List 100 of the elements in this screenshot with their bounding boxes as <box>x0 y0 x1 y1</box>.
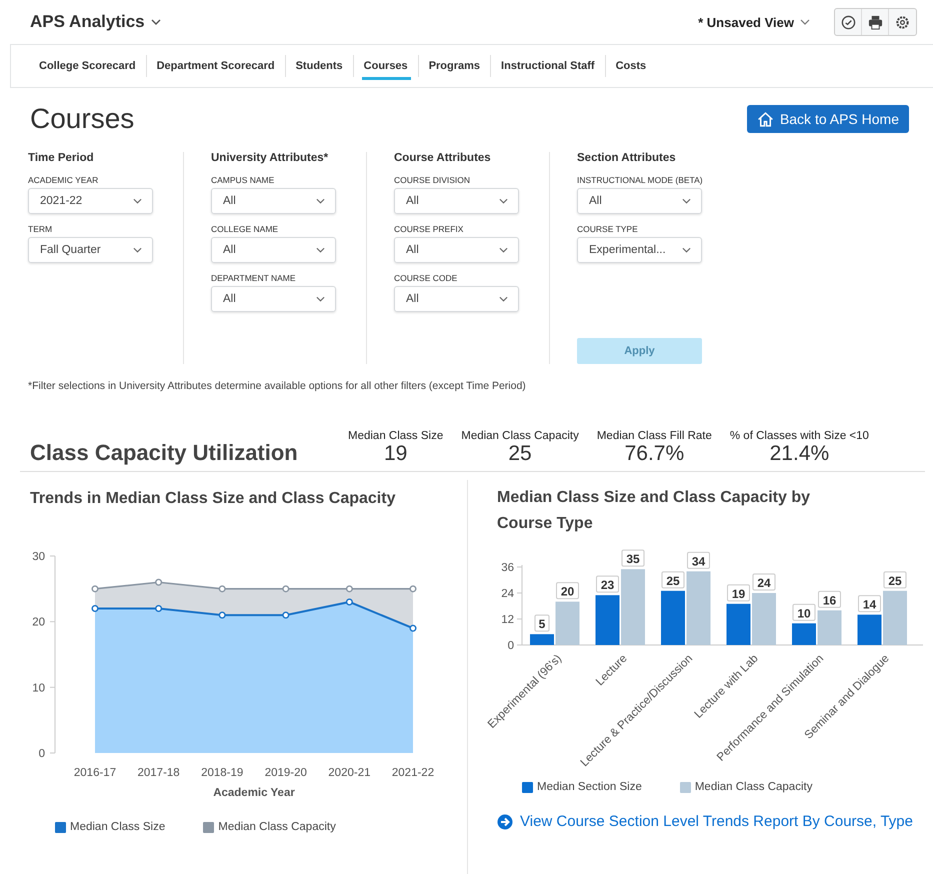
dropdown[interactable]: All <box>577 188 702 214</box>
nav-tab[interactable]: Students <box>286 55 354 77</box>
dropdown[interactable]: All <box>394 188 519 214</box>
axis-label: 2017-18 <box>138 767 180 779</box>
stat-value: 19 <box>384 442 408 466</box>
data-point <box>410 624 416 632</box>
stat-label: % of Classes with Size <10 <box>730 430 869 442</box>
dropdown[interactable]: All <box>211 237 336 263</box>
data-label: 14 <box>858 595 881 612</box>
view-selector[interactable]: * Unsaved View <box>698 14 794 30</box>
dropdown[interactable]: All <box>394 286 519 312</box>
stat-value: 25 <box>508 442 532 466</box>
data-label: 16 <box>818 590 841 608</box>
chevron-icon <box>316 247 325 253</box>
legend-label: Median Class Capacity <box>218 821 336 833</box>
dropdown[interactable]: Fall Quarter <box>28 237 153 263</box>
bar <box>596 595 620 645</box>
nav-tab[interactable]: Instructional Staff <box>491 55 606 77</box>
bar <box>556 602 580 645</box>
axis-label: 2019-20 <box>264 767 307 779</box>
nav-tab[interactable]: Programs <box>418 55 492 77</box>
home-icon <box>756 110 774 128</box>
field-label: COLLEGE NAME <box>211 224 280 234</box>
data-label: 25 <box>666 574 680 588</box>
field-label: DEPARTMENT NAME <box>211 273 297 283</box>
axis-label: 36 <box>501 562 514 574</box>
data-point <box>282 585 290 592</box>
chevron-icon <box>499 296 508 302</box>
data-point <box>218 585 226 592</box>
data-label: 5 <box>538 617 546 632</box>
legend-label: Median Section Size <box>537 781 642 793</box>
bar <box>818 610 842 645</box>
axis-label: 20 <box>32 616 45 629</box>
section-title: Class Capacity Utilization <box>30 440 299 466</box>
data-label: 10 <box>797 606 811 620</box>
legend-swatch <box>55 822 66 832</box>
data-label: 10 <box>792 604 816 621</box>
bar <box>661 590 685 645</box>
data-label: 23 <box>600 578 614 592</box>
back-button[interactable]: Back to APS Home <box>746 105 909 133</box>
data-label: 25 <box>884 571 906 588</box>
dropdown[interactable]: 2021-22 <box>28 188 153 214</box>
dropdown[interactable]: Experimental... <box>577 237 702 263</box>
axis-label: 2018-19 <box>201 767 244 779</box>
chevron-icon <box>133 247 142 253</box>
data-point <box>155 605 162 612</box>
nav-tab[interactable]: Costs <box>606 55 656 77</box>
stat-label: Median Class Fill Rate <box>596 430 712 442</box>
field-label: COURSE PREFIX <box>394 224 464 234</box>
field-label: INSTRUCTIONAL MODE (BETA) <box>577 175 704 185</box>
nav-tab[interactable]: Courses <box>354 55 419 77</box>
field-label: TERM <box>28 224 54 234</box>
bar <box>883 590 907 645</box>
nav-tab[interactable]: College Scorecard <box>29 55 147 77</box>
chevron-icon <box>499 198 508 204</box>
legend-label: Median Class Size <box>70 821 166 833</box>
chevron-icon <box>316 198 325 204</box>
arrow-circle-icon <box>497 814 513 830</box>
axis-title: Academic Year <box>213 787 295 799</box>
chart-title: Median Class Size and Class Capacity by Course Type <box>497 488 812 534</box>
data-label: 19 <box>732 586 746 601</box>
legend-swatch <box>680 782 691 792</box>
legend-swatch <box>522 782 533 792</box>
data-label: 20 <box>560 584 574 599</box>
app-title[interactable]: APS Analytics <box>30 12 145 32</box>
dropdown[interactable]: All <box>394 237 519 263</box>
data-label: 23 <box>596 576 619 593</box>
filter-group-title: Course Attributes <box>394 152 492 164</box>
data-point <box>346 598 353 606</box>
axis-label: 10 <box>32 682 45 694</box>
bar <box>726 604 750 645</box>
data-point <box>410 585 416 592</box>
axis-label: 24 <box>501 588 514 600</box>
chevron-icon[interactable] <box>800 19 810 25</box>
field-label: COURSE CODE <box>394 273 458 283</box>
chart-title: Trends in Median Class Size and Class Capacity <box>30 490 396 508</box>
bar <box>752 593 776 645</box>
stat-label: Median Class Size <box>348 430 444 442</box>
chevron-icon[interactable] <box>150 19 161 25</box>
nav-tab[interactable]: Department Scorecard <box>146 55 286 77</box>
filter-group-title: Time Period <box>28 152 95 164</box>
data-label: 5 <box>534 614 550 632</box>
dropdown[interactable]: All <box>211 286 336 312</box>
field-label: ACADEMIC YEAR <box>28 175 100 185</box>
data-label: 34 <box>692 554 706 568</box>
filter-group-title: University Attributes* <box>211 152 330 164</box>
stat-label: Median Class Capacity <box>461 430 579 442</box>
axis-label: 30 <box>32 551 45 563</box>
data-point <box>346 585 353 592</box>
bar <box>858 614 882 645</box>
dropdown[interactable]: All <box>211 188 336 214</box>
stat-value: 76.7% <box>624 442 684 466</box>
data-label: 16 <box>822 593 836 608</box>
chevron-icon <box>499 247 508 253</box>
report-link[interactable]: View Course Section Level Trends Report By Course, Type <box>520 813 913 830</box>
data-label: 25 <box>888 574 902 588</box>
field-label: COURSE DIVISION <box>394 175 472 185</box>
field-label: COURSE TYPE <box>577 224 639 234</box>
chevron-icon <box>682 247 691 253</box>
data-point <box>92 605 98 612</box>
